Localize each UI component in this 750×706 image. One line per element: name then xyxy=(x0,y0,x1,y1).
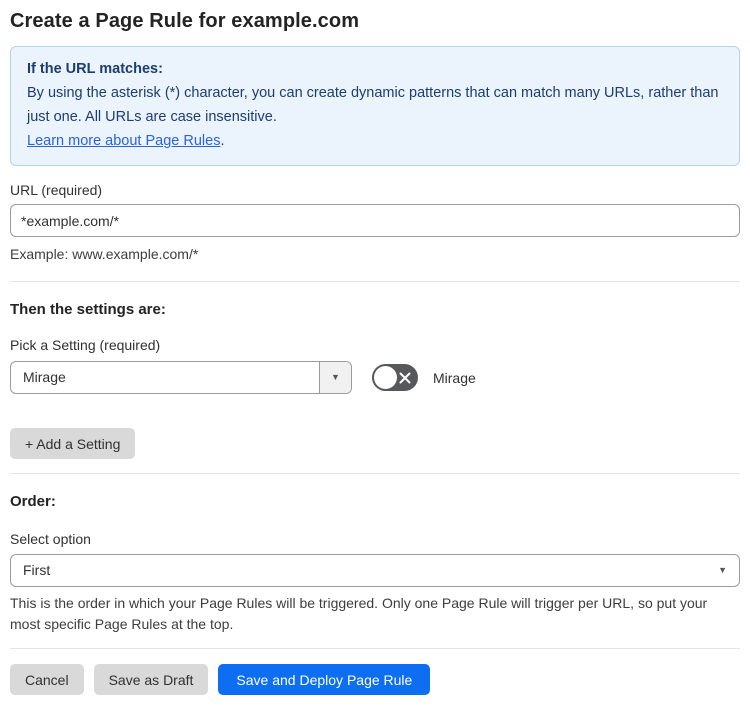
add-setting-button[interactable]: + Add a Setting xyxy=(10,428,136,459)
setting-row: Mirage ▼ Mirage xyxy=(10,361,740,394)
info-box: If the URL matches: By using the asteris… xyxy=(10,46,740,166)
setting-select[interactable]: Mirage ▼ xyxy=(10,361,352,394)
page-title: Create a Page Rule for example.com xyxy=(10,10,360,32)
order-select[interactable]: First ▼ xyxy=(10,554,740,587)
save-draft-button[interactable]: Save as Draft xyxy=(93,664,209,695)
url-input[interactable] xyxy=(10,204,740,237)
info-box-link-line: Learn more about Page Rules. xyxy=(27,129,723,153)
order-heading: Order: xyxy=(10,493,56,510)
order-select-label: Select option xyxy=(10,531,91,547)
link-suffix: . xyxy=(220,133,225,149)
chevron-down-icon: ▼ xyxy=(718,565,727,575)
footer-actions: Cancel Save as Draft Save and Deploy Pag… xyxy=(10,664,740,695)
settings-heading: Then the settings are: xyxy=(10,301,166,318)
setting-select-arrow-button[interactable]: ▼ xyxy=(319,362,351,393)
save-deploy-button[interactable]: Save and Deploy Page Rule xyxy=(218,664,431,695)
info-box-body: By using the asterisk (*) character, you… xyxy=(27,85,719,125)
order-select-value: First xyxy=(23,562,51,578)
pick-setting-label: Pick a Setting (required) xyxy=(10,337,161,353)
toggle-knob xyxy=(374,366,397,389)
chevron-down-icon: ▼ xyxy=(331,372,340,382)
order-helper: This is the order in which your Page Rul… xyxy=(10,595,708,632)
divider xyxy=(10,648,740,649)
url-helper: Example: www.example.com/* xyxy=(10,246,199,262)
setting-select-value: Mirage xyxy=(23,369,66,385)
divider xyxy=(10,473,740,474)
page-rule-form: Create a Page Rule for example.com If th… xyxy=(0,10,750,695)
cancel-button[interactable]: Cancel xyxy=(10,664,84,695)
page-rules-link[interactable]: Learn more about Page Rules xyxy=(27,133,220,149)
x-icon xyxy=(399,372,411,383)
mirage-toggle[interactable] xyxy=(372,364,418,391)
url-label: URL (required) xyxy=(10,182,103,198)
info-box-heading: If the URL matches: xyxy=(27,61,163,77)
divider xyxy=(10,281,740,282)
toggle-label: Mirage xyxy=(433,369,476,386)
